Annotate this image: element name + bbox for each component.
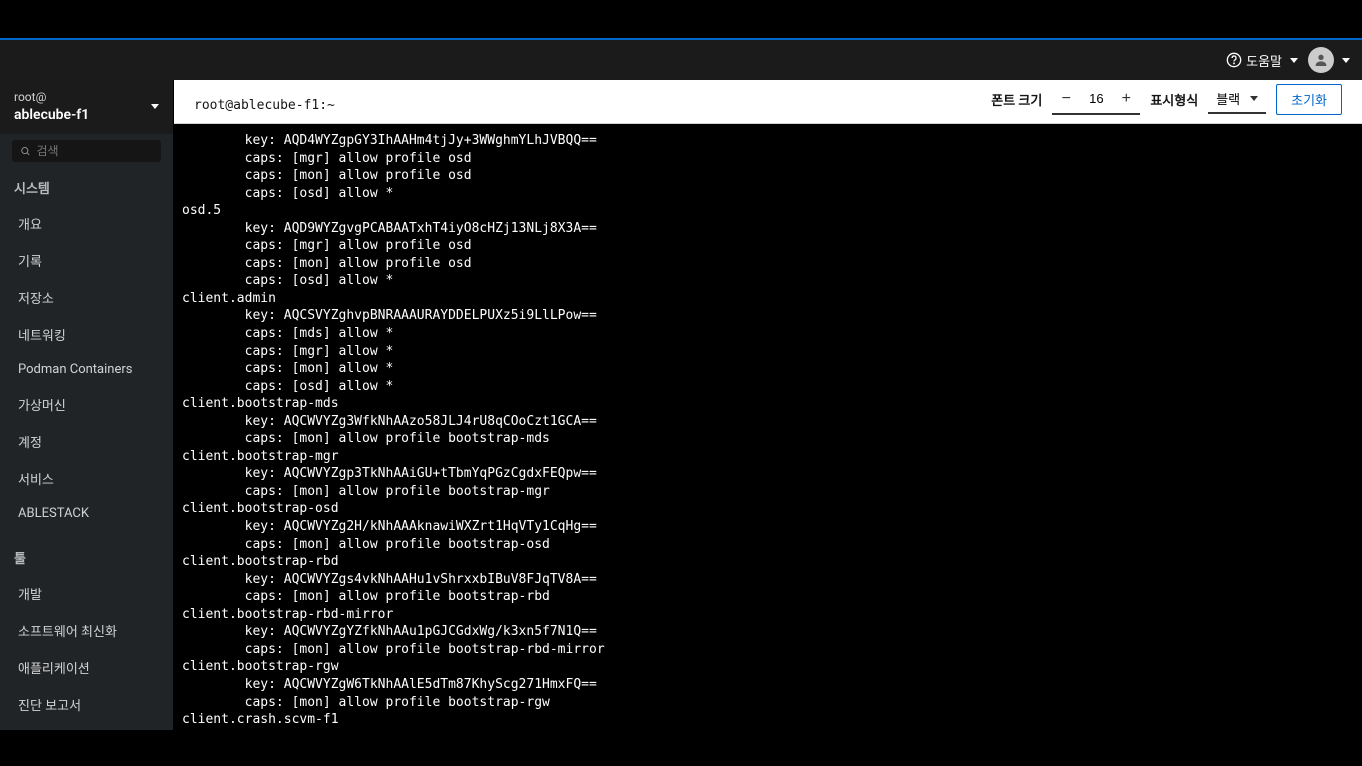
terminal-line: key: AQCWVYZgYZfkNhAAu1pGJCGdxWg/k3xn5f7… <box>182 623 1354 641</box>
terminal-line: caps: [mon] allow profile bootstrap-rgw <box>182 694 1354 712</box>
chevron-down-icon <box>151 104 159 109</box>
terminal-line: key: AQD4WYZgpGY3IhAAHm4tjJy+3WWghmYLhJV… <box>182 132 1354 150</box>
sidebar-item[interactable]: 커널 덤프 <box>0 723 173 730</box>
terminal-line: client.bootstrap-mds <box>182 395 1354 413</box>
font-decrease-button[interactable]: − <box>1052 85 1080 113</box>
user-menu[interactable] <box>1308 47 1350 73</box>
terminal-line: caps: [mgr] allow profile osd <box>182 237 1354 255</box>
terminal-line: key: AQD9WYZgvgPCABAATxhT4iyO8cHZj13NLj8… <box>182 220 1354 238</box>
chevron-down-icon <box>1342 58 1350 63</box>
nav-section-label-system: 시스템 <box>0 170 173 205</box>
terminal-line: caps: [mgr] allow * <box>182 343 1354 361</box>
terminal-line: key: AQCWVYZgp3TkNhAAiGU+tTbmYqPGzCgdxFE… <box>182 465 1354 483</box>
terminal-line: client.bootstrap-rgw <box>182 658 1354 676</box>
terminal-line: client.bootstrap-rbd-mirror <box>182 606 1354 624</box>
host-selector[interactable]: root@ ablecube-f1 <box>0 80 173 134</box>
terminal-line: caps: [osd] allow * <box>182 378 1354 396</box>
sidebar: root@ ablecube-f1 시스템 개요기록저장소네트워킹Podman … <box>0 80 173 730</box>
terminal-line: client.bootstrap-rbd <box>182 553 1354 571</box>
terminal-line: caps: [mon] allow profile bootstrap-mds <box>182 430 1354 448</box>
font-size-label: 폰트 크기 <box>991 90 1042 109</box>
terminal-line: client.crash.scvm-f1 <box>182 711 1354 729</box>
display-mode-label: 표시형식 <box>1150 90 1198 109</box>
terminal-toolbar: 폰트 크기 − + 표시형식 블랙 초기화 <box>971 80 1362 123</box>
terminal-line: caps: [mon] allow profile osd <box>182 167 1354 185</box>
chevron-down-icon <box>1250 96 1258 101</box>
topbar: 도움말 <box>0 38 1362 80</box>
terminal-breadcrumb: root@ablecube-f1:~ <box>174 90 355 113</box>
sidebar-item[interactable]: 서비스 <box>0 460 173 497</box>
user-avatar-icon <box>1313 52 1329 68</box>
font-size-control: − + <box>1052 85 1140 115</box>
reset-button[interactable]: 초기화 <box>1276 84 1342 115</box>
terminal-line: caps: [mgr] allow profile osd <box>182 150 1354 168</box>
sidebar-search[interactable] <box>12 140 161 162</box>
help-menu[interactable]: 도움말 <box>1226 51 1298 70</box>
main-area: root@ ablecube-f1 시스템 개요기록저장소네트워킹Podman … <box>0 80 1362 730</box>
help-label: 도움말 <box>1246 51 1282 70</box>
nav-section-system: 시스템 개요기록저장소네트워킹Podman Containers가상머신계정서비… <box>0 170 173 530</box>
sidebar-item[interactable]: Podman Containers <box>0 353 173 386</box>
host-user: root@ <box>14 90 89 106</box>
avatar <box>1308 47 1334 73</box>
app-root: 도움말 root@ ablecube-f1 시스템 <box>0 0 1362 766</box>
sidebar-item[interactable]: ABLESTACK <box>0 497 173 530</box>
terminal-line: caps: [osd] allow * <box>182 185 1354 203</box>
search-input[interactable] <box>37 144 153 158</box>
terminal-line: caps: [mon] allow * <box>182 360 1354 378</box>
terminal-line: caps: [mon] allow profile osd <box>182 255 1354 273</box>
terminal-line: key: AQCWVYZg3WfkNhAAzo58JLJ4rU8qCOoCzt1… <box>182 413 1354 431</box>
sidebar-item[interactable]: 계정 <box>0 423 173 460</box>
terminal-line: client.bootstrap-osd <box>182 500 1354 518</box>
terminal-line: key: AQCWVYZgs4vkNhAAHu1vShrxxbIBuV8FJqT… <box>182 571 1354 589</box>
terminal-line: caps: [mon] allow profile bootstrap-rbd-… <box>182 641 1354 659</box>
terminal-line: caps: [mon] allow profile bootstrap-osd <box>182 536 1354 554</box>
sidebar-item[interactable]: 개발 <box>0 575 173 612</box>
terminal-line: caps: [mon] allow profile bootstrap-mgr <box>182 483 1354 501</box>
nav-section-label-tools: 툴 <box>0 540 173 575</box>
sidebar-item[interactable]: 진단 보고서 <box>0 686 173 723</box>
search-icon <box>20 145 31 157</box>
terminal-line: key: AQCWVYZg2H/kNhAAAknawiWXZrt1HqVTy1C… <box>182 518 1354 536</box>
terminal-line: client.admin <box>182 290 1354 308</box>
terminal-line: osd.5 <box>182 202 1354 220</box>
terminal-line: client.bootstrap-mgr <box>182 448 1354 466</box>
letterbox-top <box>0 0 1362 38</box>
terminal-line: caps: [mds] allow * <box>182 325 1354 343</box>
host-name: ablecube-f1 <box>14 106 89 124</box>
sidebar-item[interactable]: 저장소 <box>0 279 173 316</box>
display-mode-value: 블랙 <box>1216 89 1240 108</box>
sidebar-item[interactable]: 기록 <box>0 242 173 279</box>
sidebar-item[interactable]: 가상머신 <box>0 386 173 423</box>
font-size-input[interactable] <box>1080 85 1112 113</box>
display-mode-select[interactable]: 블랙 <box>1208 86 1266 114</box>
terminal-line: caps: [osd] allow * <box>182 272 1354 290</box>
terminal-line: caps: [mon] allow profile bootstrap-rbd <box>182 588 1354 606</box>
sidebar-item[interactable]: 애플리케이션 <box>0 649 173 686</box>
sidebar-item[interactable]: 개요 <box>0 205 173 242</box>
terminal-line: key: AQCWVYZgW6TkNhAAlE5dTm87KhyScg271Hm… <box>182 676 1354 694</box>
terminal-output[interactable]: key: AQD4WYZgpGY3IhAAHm4tjJy+3WWghmYLhJV… <box>174 124 1362 730</box>
content-area: root@ablecube-f1:~ 폰트 크기 − + 표시형식 블랙 초기화 <box>173 80 1362 730</box>
letterbox-bottom <box>0 730 1362 766</box>
question-circle-icon <box>1226 52 1242 68</box>
terminal-line: key: AQCSVYZghvpBNRAAAURAYDDELPUXz5i9LlL… <box>182 307 1354 325</box>
chevron-down-icon <box>1290 58 1298 63</box>
nav-section-tools: 툴 개발소프트웨어 최신화애플리케이션진단 보고서커널 덤프터미널SELinux <box>0 540 173 730</box>
font-increase-button[interactable]: + <box>1112 85 1140 113</box>
sidebar-item[interactable]: 소프트웨어 최신화 <box>0 612 173 649</box>
sidebar-item[interactable]: 네트워킹 <box>0 316 173 353</box>
